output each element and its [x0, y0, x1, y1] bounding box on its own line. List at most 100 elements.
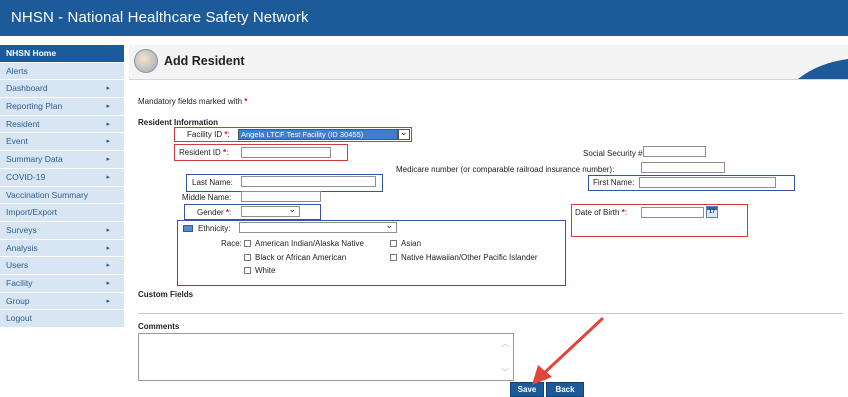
sidebar-item-label: NHSN Home [6, 48, 57, 58]
race-checkbox-native-hawaiian[interactable] [390, 254, 397, 261]
sidebar-item-surveys[interactable]: Surveys ▸ [0, 221, 124, 240]
chevron-down-icon: ⌄ [385, 220, 393, 230]
chevron-right-icon: ▸ [106, 85, 110, 93]
page-title: Add Resident [164, 54, 245, 68]
resident-id-label-text: Resident ID [179, 148, 221, 157]
chevron-right-icon: ▸ [106, 120, 110, 128]
sidebar-item-dashboard[interactable]: Dashboard ▸ [0, 80, 124, 99]
middle-name-label: Middle Name: [182, 193, 232, 202]
date-of-birth-input[interactable] [641, 207, 704, 218]
race-checkbox-american-indian[interactable] [244, 240, 251, 247]
chevron-right-icon: ▸ [106, 226, 110, 234]
section-comments: Comments [138, 322, 180, 331]
chevron-right-icon: ▸ [106, 156, 110, 164]
sidebar-item-group[interactable]: Group ▸ [0, 292, 124, 311]
date-of-birth-label-text: Date of Birth [575, 208, 620, 217]
facility-id-dropdown-button[interactable]: ⌄ [398, 127, 410, 140]
sidebar-item-reporting-plan[interactable]: Reporting Plan ▸ [0, 98, 124, 116]
annotation-arrow-icon [532, 317, 604, 385]
chevron-right-icon: ▸ [106, 173, 110, 181]
sidebar-item-label: Summary Data [6, 154, 63, 165]
ethnicity-select[interactable]: ⌄ [239, 220, 397, 233]
sidebar-item-event[interactable]: Event ▸ [0, 133, 124, 152]
required-mark: * [621, 208, 625, 217]
sidebar-item-summary-data[interactable]: Summary Data ▸ [0, 151, 124, 169]
sidebar-item-label: Resident [6, 118, 40, 129]
resident-id-input[interactable] [241, 147, 331, 158]
required-mark: * [224, 130, 228, 139]
race-checkbox-black[interactable] [244, 254, 251, 261]
page-header: Add Resident [129, 45, 848, 80]
race-checkbox-asian[interactable] [390, 240, 397, 247]
required-mark: * [223, 148, 227, 157]
sidebar-item-label: Analysis [6, 242, 38, 253]
sidebar-item-vaccination-summary[interactable]: Vaccination Summary [0, 186, 124, 205]
sidebar-item-label: Alerts [6, 65, 28, 76]
facility-id-value: Angela LTCF Test Facility (ID 30455) [241, 130, 364, 139]
sidebar-item-label: Surveys [6, 224, 37, 235]
medicare-input[interactable] [641, 162, 725, 173]
gender-label: Gender *: [197, 208, 232, 217]
race-option-white: White [255, 266, 276, 275]
section-resident-information: Resident Information [138, 118, 219, 127]
chevron-right-icon: ▸ [106, 297, 110, 305]
sidebar-item-users[interactable]: Users ▸ [0, 257, 124, 275]
mandatory-note: Mandatory fields marked with * [138, 97, 247, 106]
race-option-black: Black or African American [255, 253, 347, 262]
facility-id-label-text: Facility ID [187, 130, 223, 139]
main-content: Add Resident Mandatory fields marked wit… [129, 45, 848, 397]
medicare-label: Medicare number (or comparable railroad … [396, 165, 615, 174]
facility-id-select[interactable]: Angela LTCF Test Facility (ID 30455) [238, 129, 398, 140]
last-name-input[interactable] [241, 176, 376, 187]
last-name-label: Last Name: [192, 178, 233, 187]
app-header: NHSN - National Healthcare Safety Networ… [0, 0, 848, 36]
resident-id-label: Resident ID *: [179, 148, 229, 157]
ssn-label: Social Security #: [583, 149, 645, 158]
first-name-label: First Name: [593, 178, 635, 187]
comments-textarea[interactable]: ︿ ﹀ [138, 333, 514, 381]
sidebar-item-label: Users [6, 260, 29, 271]
sidebar-item-import-export[interactable]: Import/Export [0, 204, 124, 222]
date-of-birth-label: Date of Birth *: [575, 208, 628, 217]
sidebar-item-logout[interactable]: Logout [0, 310, 124, 328]
sidebar-item-resident[interactable]: Resident ▸ [0, 115, 124, 134]
chevron-right-icon: ▸ [106, 244, 110, 252]
chevron-right-icon: ▸ [106, 103, 110, 111]
sidebar-item-facility[interactable]: Facility ▸ [0, 274, 124, 293]
scroll-up-icon[interactable]: ︿ [501, 338, 509, 349]
mandatory-note-text: Mandatory fields marked with [138, 97, 243, 106]
sidebar-item-label: Facility [6, 277, 33, 288]
scroll-down-icon[interactable]: ﹀ [501, 367, 509, 378]
required-mark: * [225, 208, 230, 217]
first-name-input[interactable] [639, 177, 776, 188]
race-option-american-indian: American Indian/Alaska Native [255, 239, 364, 248]
race-checkbox-white[interactable] [244, 267, 251, 274]
ethnicity-label: Ethnicity: [198, 224, 231, 233]
gender-label-text: Gender [197, 208, 224, 217]
middle-name-input[interactable] [241, 191, 321, 202]
calendar-icon[interactable]: 17 [706, 206, 718, 218]
sidebar-item-label: COVID-19 [6, 171, 46, 182]
sidebar-item-label: Dashboard [6, 83, 48, 94]
collapse-icon[interactable] [183, 225, 193, 232]
sidebar-item-analysis[interactable]: Analysis ▸ [0, 239, 124, 258]
race-option-asian: Asian [401, 239, 422, 248]
sidebar-item-label: Event [6, 136, 28, 147]
chevron-right-icon: ▸ [106, 262, 110, 270]
sidebar-nav: NHSN Home Alerts Dashboard ▸ Reporting Plan ▸… [0, 45, 124, 328]
race-label: Race: [221, 239, 242, 248]
chevron-right-icon: ▸ [106, 138, 110, 146]
divider [138, 313, 843, 314]
ssn-input[interactable] [643, 146, 706, 157]
section-custom-fields: Custom Fields [138, 290, 194, 299]
facility-id-label: Facility ID *: [187, 130, 230, 139]
sidebar-item-covid-19[interactable]: COVID-19 ▸ [0, 168, 124, 187]
sidebar-item-nhsn-home[interactable]: NHSN Home [0, 45, 124, 63]
gender-select[interactable]: ⌄ [241, 204, 300, 217]
race-option-native-hawaiian: Native Hawaiian/Other Pacific Islander [401, 253, 538, 262]
sidebar-item-label: Vaccination Summary [6, 189, 89, 200]
resident-icon [134, 49, 158, 73]
sidebar-item-label: Import/Export [6, 207, 58, 218]
sidebar-item-label: Group [6, 295, 30, 306]
sidebar-item-alerts[interactable]: Alerts [0, 62, 124, 81]
